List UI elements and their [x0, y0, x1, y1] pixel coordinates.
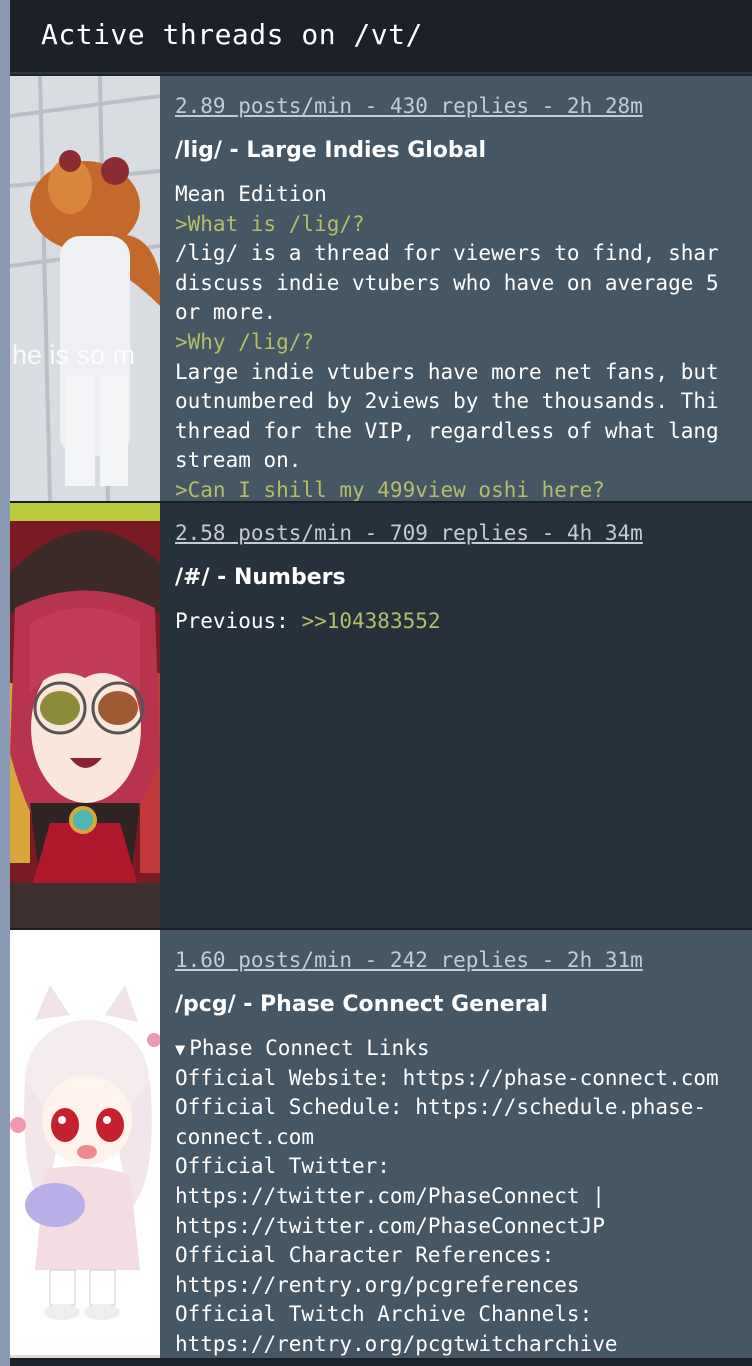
thread-body: 2.58 posts/min - 709 replies - 4h 34m /#…: [175, 503, 752, 928]
thread-title: /lig/ - Large Indies Global: [175, 138, 487, 163]
thread-excerpt: Mean Edition >What is /lig/? /lig/ is a …: [175, 180, 752, 501]
excerpt-line: Official Twitter:: [175, 1154, 390, 1179]
excerpt-line: discuss indie vtubers who have on averag…: [175, 270, 719, 295]
quote-link[interactable]: >>104383552: [301, 609, 440, 633]
excerpt-line: stream on.: [175, 448, 302, 473]
thread-title: /#/ - Numbers: [175, 565, 346, 590]
vtuber-chibi-thumbnail: [10, 930, 160, 1358]
thread-card[interactable]: he is so m 2.89 posts/min - 430 replies …: [10, 76, 752, 503]
excerpt-line: thread for the VIP, regardless of what l…: [175, 418, 719, 443]
excerpt-line: https://twitter.com/PhaseConnectJP: [175, 1213, 605, 1238]
previous-label: Previous:: [175, 609, 302, 633]
thread-body: 2.89 posts/min - 430 replies - 2h 28m /l…: [175, 76, 752, 501]
excerpt-line: Mean Edition: [175, 182, 327, 206]
excerpt-line: or more.: [175, 300, 277, 325]
thread-stats-link[interactable]: 2.58 posts/min - 709 replies - 4h 34m: [175, 521, 643, 545]
thumbnail-caption: he is so m: [12, 340, 135, 370]
excerpt-line: https://rentry.org/pcgreferences: [175, 1272, 580, 1297]
thread-body: 1.60 posts/min - 242 replies - 2h 31m /p…: [175, 930, 752, 1358]
thread-title: /pcg/ - Phase Connect General: [175, 992, 548, 1017]
excerpt-line: https://rentry.org/pcgtwitcharchive: [175, 1331, 618, 1356]
greentext-line: >What is /lig/?: [175, 211, 365, 236]
summary-label: Phase Connect Links: [189, 1036, 430, 1060]
thread-excerpt: ▼ Phase Connect Links Official Website: h…: [175, 1034, 752, 1358]
page: Active threads on /vt/ he is so m 2.89 p…: [10, 0, 752, 1366]
excerpt-line: Large indie vtubers have more net fans, …: [175, 359, 719, 384]
thread-card[interactable]: 2.58 posts/min - 709 replies - 4h 34m /#…: [10, 503, 752, 930]
triangle-down-icon: ▼: [175, 1040, 186, 1060]
thread-stats-link[interactable]: 1.60 posts/min - 242 replies - 2h 31m: [175, 948, 643, 972]
page-title: Active threads on /vt/: [41, 18, 423, 51]
thread-stats-link[interactable]: 2.89 posts/min - 430 replies - 2h 28m: [175, 94, 643, 118]
thread-thumbnail[interactable]: [10, 930, 160, 1358]
vtuber-figure-thumbnail: he is so m: [10, 76, 160, 501]
excerpt-line: Official Character References:: [175, 1243, 555, 1268]
thread-thumbnail[interactable]: he is so m: [10, 76, 160, 501]
greentext-line: >Can I shill my 499view oshi here?: [175, 477, 605, 501]
thread-card[interactable]: 1.60 posts/min - 242 replies - 2h 31m /p…: [10, 930, 752, 1360]
excerpt-line: Official Schedule: https://schedule.phas…: [175, 1095, 707, 1120]
excerpt-line: outnumbered by 2views by the thousands. …: [175, 389, 719, 414]
excerpt-line: Official Twitch Archive Channels:: [175, 1302, 593, 1327]
vtuber-face-thumbnail: [10, 503, 160, 928]
excerpt-line: connect.com: [175, 1124, 315, 1149]
thread-excerpt: Previous: >>104383552: [175, 607, 752, 637]
header: Active threads on /vt/: [10, 0, 752, 74]
excerpt-line: https://twitter.com/PhaseConnect |: [175, 1183, 605, 1208]
greentext-line: >Why /lig/?: [175, 329, 315, 354]
thread-thumbnail[interactable]: [10, 503, 160, 928]
excerpt-line: Official Website: https://phase-connect.…: [175, 1065, 719, 1090]
excerpt-line: Previous: >>104383552: [175, 607, 752, 637]
summary-toggle[interactable]: ▼ Phase Connect Links: [175, 1034, 752, 1064]
excerpt-line: /lig/ is a thread for viewers to find, s…: [175, 241, 719, 266]
